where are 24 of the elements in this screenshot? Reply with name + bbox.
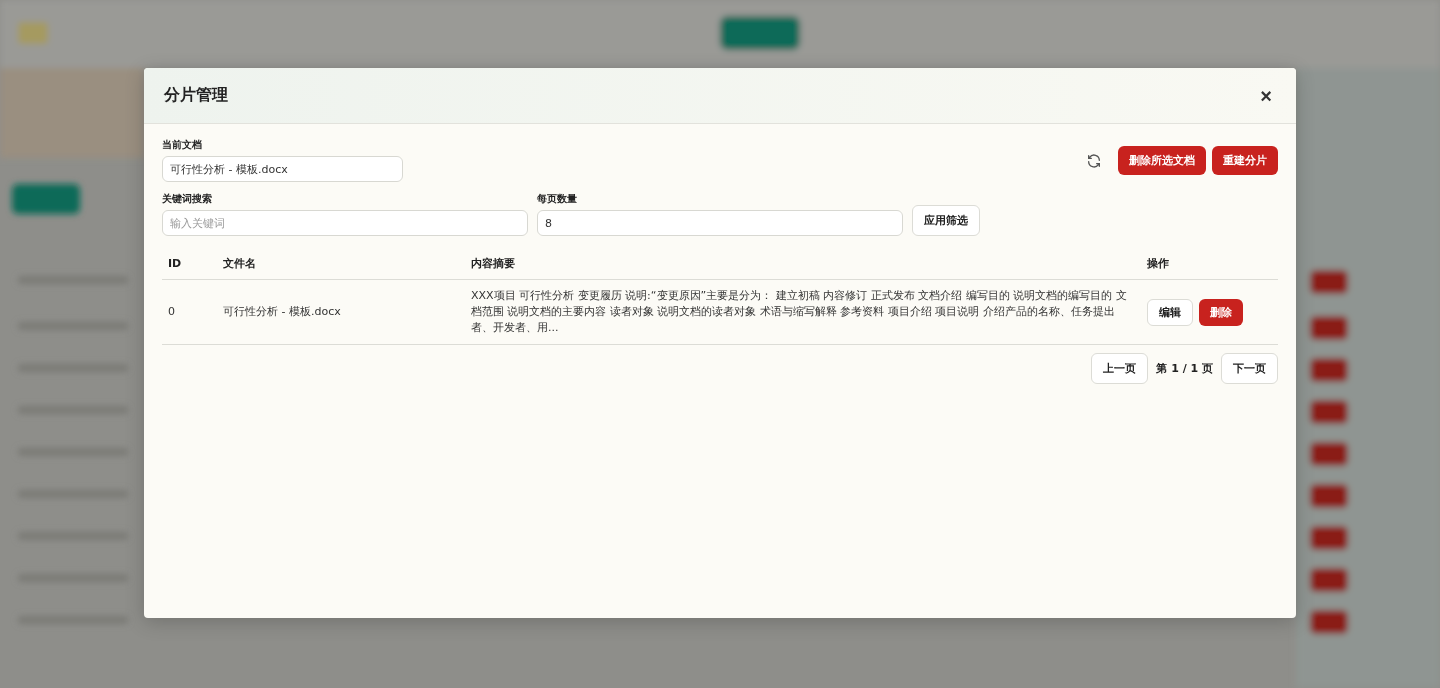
dialog-title: 分片管理 xyxy=(164,85,228,106)
field-label: 每页数量 xyxy=(537,192,578,206)
table-cell: XXX项目 可行性分析 变更履历 说明:“变更原因”主要是分为： 建立初稿 内容修订 正式发布 文档介绍 编写目的 说明文档的编写目的 文档范围 说明文档的主要内容 读者对象 说明文档的读者对象 术语与缩写解释 参考资料 项目介绍 项目说明 介绍产品的名称、任务提出者、开发者、用... xyxy=(465,279,1141,345)
refresh-icon[interactable] xyxy=(1086,152,1102,169)
column-header: ID xyxy=(162,248,217,280)
apply-filter-button[interactable]: 应用筛选 xyxy=(912,205,980,236)
action-button[interactable]: 删除所选文档 xyxy=(1118,146,1206,175)
field-label: 当前文档 xyxy=(162,138,203,152)
table-cell: 可行性分析 - 模板.docx xyxy=(217,279,465,345)
next-page-button[interactable]: 下一页 xyxy=(1221,353,1278,384)
previous-page-button[interactable]: 上一页 xyxy=(1091,353,1149,384)
action-button[interactable]: 重建分片 xyxy=(1212,146,1278,175)
edit-button[interactable]: 编辑 xyxy=(1147,298,1193,326)
delete-button[interactable]: 删除 xyxy=(1199,298,1243,326)
current-document-field[interactable]: 可行性分析 - 模板.docx xyxy=(162,156,403,182)
page-indicator: 第 1 / 1 页 xyxy=(1156,361,1213,376)
page-size-field[interactable]: 8 xyxy=(537,210,903,236)
field-label: 关键词搜索 xyxy=(162,192,213,206)
column-header: 操作 xyxy=(1141,248,1278,280)
close-button[interactable]: × xyxy=(1256,85,1276,106)
column-header: 文件名 xyxy=(217,248,465,280)
column-header: 内容摘要 xyxy=(465,248,1141,280)
table-cell: 0 xyxy=(162,279,217,345)
keyword-search-field[interactable]: 输入关键词 xyxy=(162,210,528,236)
